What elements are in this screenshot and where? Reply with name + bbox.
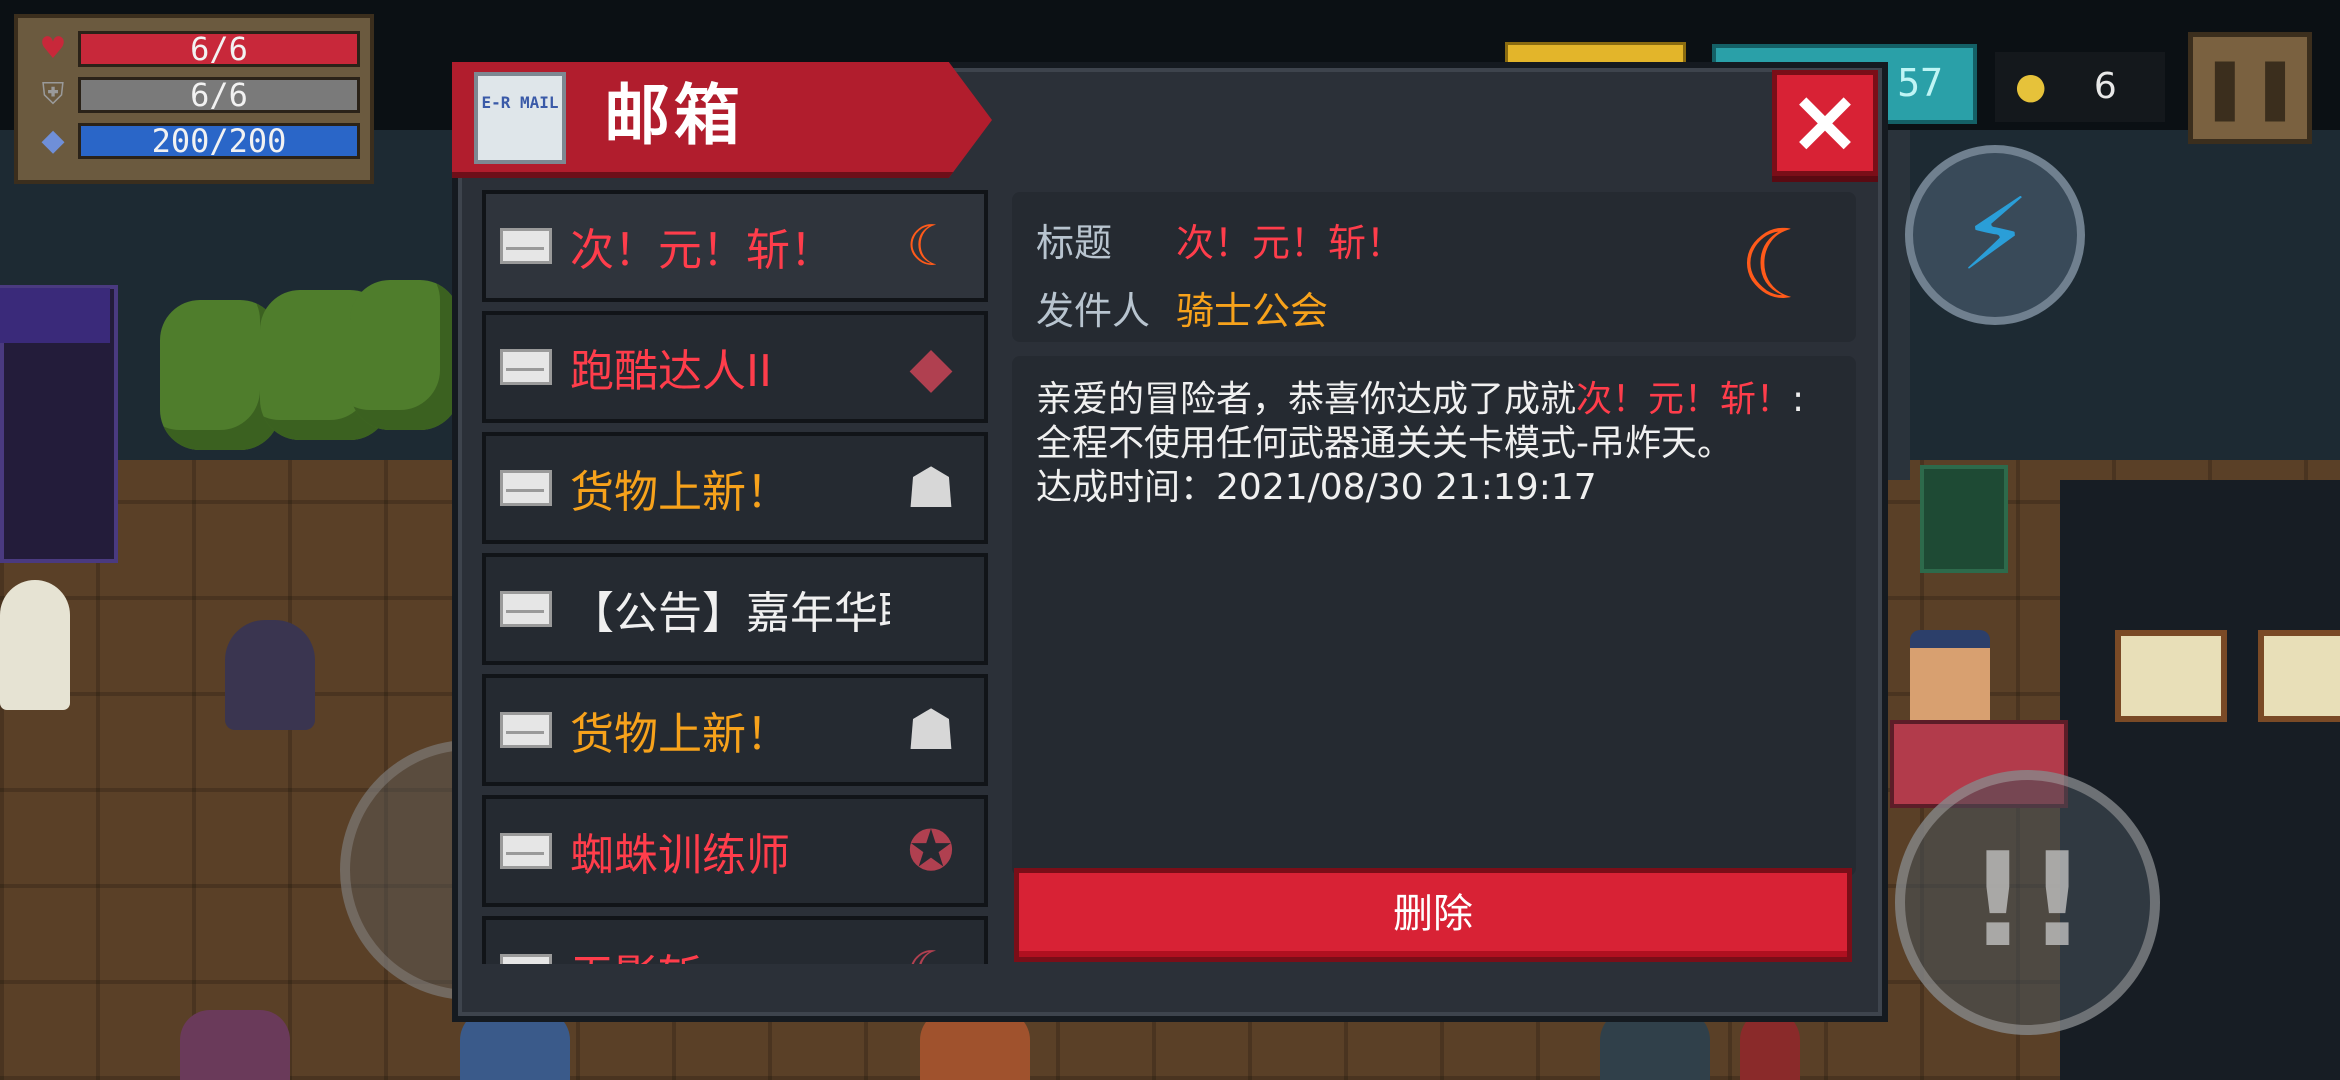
heart-icon: ♥ (39, 31, 67, 66)
mail-list-item[interactable]: 【公告】嘉年华联动 (482, 553, 988, 665)
armor-value: 6/6 (190, 77, 248, 113)
attack-icon: !! (1968, 824, 2087, 976)
achieved-time: 2021/08/30 21:19:17 (1216, 467, 1597, 508)
merchant-icon: ☗ (905, 698, 957, 763)
ninja-icon: ◆ (909, 335, 953, 400)
mail-envelope-icon: E-R MAIL (474, 72, 566, 164)
envelope-icon (500, 712, 552, 748)
mail-list-item[interactable]: 跑酷达人II ◆ (482, 311, 988, 423)
tree (350, 280, 460, 430)
pause-icon: ❚❚ (2199, 52, 2301, 122)
armor-bar: 6/6 (78, 77, 360, 113)
envelope-icon (500, 833, 552, 869)
hp-bar: 6/6 (78, 31, 360, 67)
energy-bar: 200/200 (78, 123, 360, 159)
delete-label: 删除 (1393, 891, 1473, 937)
gem-count: 57 (1897, 61, 1943, 105)
npc-witch (225, 620, 315, 730)
attack-button[interactable]: !! (1895, 770, 2160, 1035)
mail-list[interactable]: 次！元！斩！ ☾ 跑酷达人II ◆ 货物上新！ ☗ 【公告】嘉年华联动货物上新！ ☗ 蜘蛛训练师… (482, 190, 988, 964)
envelope-text: E-R MAIL (481, 93, 559, 112)
mail-item-label: 跑酷达人II (570, 346, 772, 397)
hp-value: 6/6 (190, 31, 248, 67)
shield-icon: ⛨ (41, 77, 65, 112)
mail-body: 亲爱的冒险者，恭喜你达成了成就次！元！斩！:全程不使用任何武器通关关卡模式-吊炸… (1012, 356, 1856, 876)
envelope-icon (500, 349, 552, 385)
energy-value: 200/200 (151, 123, 287, 159)
green-cabinet (1920, 465, 2008, 573)
body-intro: 亲爱的冒险者，恭喜你达成了成就 (1036, 379, 1577, 420)
lightning-icon: ⚡ (1959, 176, 2031, 293)
envelope-icon (500, 228, 552, 264)
mail-item-label: 次！元！斩！ (570, 225, 834, 276)
merchant-icon: ☗ (905, 456, 957, 521)
crescent-blade-icon: ☾ (905, 214, 957, 279)
diamond-icon: ◆ (41, 123, 65, 158)
mail-item-label: 【公告】嘉年华联动 (570, 588, 890, 639)
blade-icon: ☾ (896, 938, 966, 964)
envelope-icon (500, 591, 552, 627)
notice-board (2115, 630, 2227, 722)
mail-list-item[interactable]: 无影斩☾ (482, 916, 988, 964)
sender-label: 发件人 (1036, 289, 1151, 333)
sender-value: 骑士公会 (1176, 289, 1329, 333)
coin-counter: ● 6 (1995, 52, 2165, 122)
close-button[interactable]: × (1772, 70, 1878, 176)
body-achievement: 次！元！斩！ (1576, 379, 1793, 420)
crescent-blade-icon: ☾ (1738, 209, 1826, 321)
mail-list-item[interactable]: 次！元！斩！ ☾ (482, 190, 988, 302)
mailbox-title: 邮箱 (604, 77, 744, 154)
delete-button[interactable]: 删除 (1014, 868, 1852, 962)
spider-trainer-icon: ✪ (907, 819, 955, 884)
skill-button[interactable]: ⚡ (1905, 145, 2085, 325)
coin-icon: ● (2015, 66, 2047, 107)
title-label: 标题 (1036, 221, 1113, 265)
envelope-icon (500, 470, 552, 506)
coin-count: 6 (2093, 66, 2117, 107)
close-icon: × (1788, 69, 1862, 172)
achieved-label: 达成时间： (1036, 467, 1217, 508)
mail-item-label: 蜘蛛训练师 (570, 830, 790, 881)
mail-item-label: 货物上新！ (570, 709, 790, 760)
mail-list-item[interactable]: 货物上新！ ☗ (482, 432, 988, 544)
mailbox-header: E-R MAIL 邮箱 (452, 62, 992, 178)
mail-list-item[interactable]: 蜘蛛训练师 ✪ (482, 795, 988, 907)
player-stats-panel: ♥ 6/6 ⛨ 6/6 ◆ 200/200 (14, 14, 374, 184)
mail-item-label: 无影斩 (570, 940, 890, 964)
envelope-icon (500, 954, 552, 964)
npc-ghost (0, 580, 70, 710)
mail-list-item[interactable]: 货物上新！ ☗ (482, 674, 988, 786)
mail-item-label: 货物上新！ (570, 467, 790, 518)
title-value: 次！元！斩！ (1176, 221, 1405, 265)
notice-board (2258, 630, 2340, 722)
pause-button[interactable]: ❚❚ (2188, 32, 2312, 144)
